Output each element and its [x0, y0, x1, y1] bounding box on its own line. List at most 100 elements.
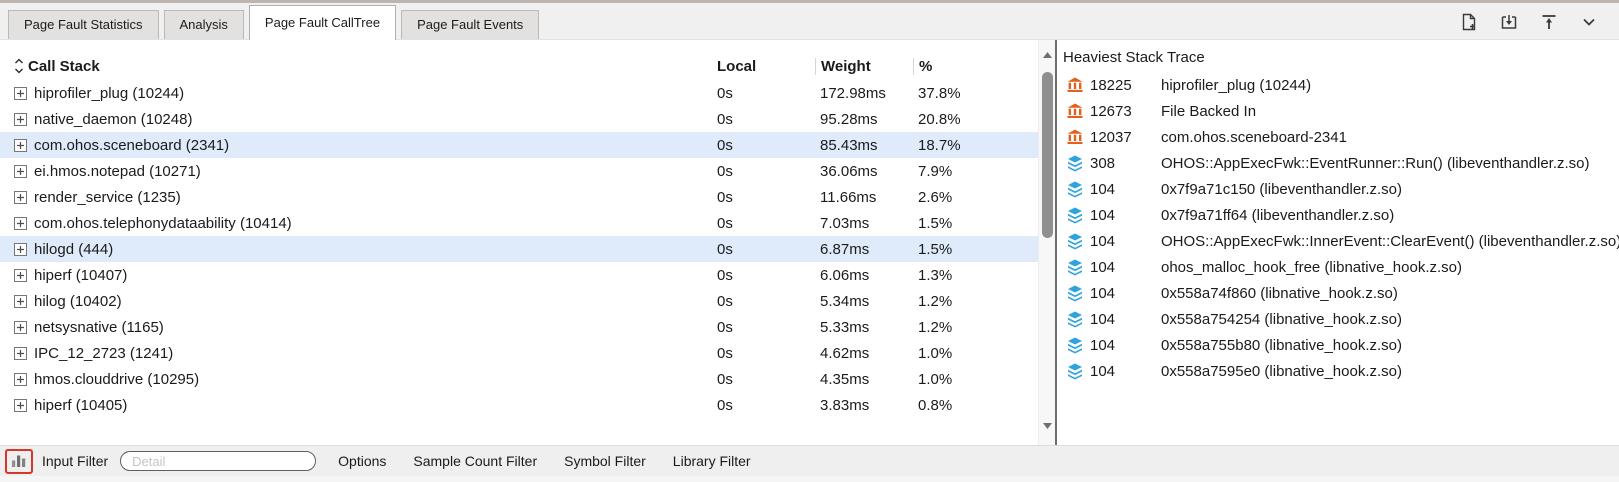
stack-trace-row[interactable]: 104 OHOS::AppExecFwk::InnerEvent::ClearE…: [1057, 228, 1619, 254]
table-row[interactable]: netsysnative (1165) 0s 5.33ms 1.2%: [0, 314, 1038, 340]
detail-filter-input[interactable]: [120, 451, 316, 471]
process-name: hmos.clouddrive (10295): [34, 371, 199, 388]
expand-icon[interactable]: [14, 139, 27, 152]
stack-trace-row[interactable]: 104 0x7f9a71c150 (libeventhandler.z.so): [1057, 176, 1619, 202]
stack-trace-row[interactable]: 18225 hiprofiler_plug (10244): [1057, 72, 1619, 98]
sample-count: 12037: [1083, 129, 1139, 146]
expand-icon[interactable]: [14, 217, 27, 230]
expand-icon[interactable]: [14, 321, 27, 334]
local-value: 0s: [715, 111, 815, 128]
library-layers-icon: [1057, 207, 1083, 224]
weight-value: 36.06ms: [815, 163, 913, 180]
collapse-panel-button[interactable]: [1577, 11, 1601, 35]
table-row[interactable]: IPC_12_2723 (1241) 0s 4.62ms 1.0%: [0, 340, 1038, 366]
export-file-button[interactable]: [1457, 11, 1481, 35]
table-body: hiprofiler_plug (10244) 0s 172.98ms 37.8…: [0, 80, 1038, 445]
header-call-stack[interactable]: Call Stack: [0, 58, 715, 75]
process-name: hilogd (444): [34, 241, 113, 258]
filter-option[interactable]: Symbol Filter: [564, 453, 646, 469]
process-bank-icon: [1057, 77, 1083, 93]
tab[interactable]: Page Fault Events: [401, 10, 539, 39]
bar-chart-icon[interactable]: [10, 451, 28, 472]
local-value: 0s: [715, 137, 815, 154]
table-row[interactable]: hmos.clouddrive (10295) 0s 4.35ms 1.0%: [0, 366, 1038, 392]
expand-icon[interactable]: [14, 165, 27, 178]
sample-count: 104: [1083, 181, 1139, 198]
scroll-up-arrow-icon[interactable]: [1042, 46, 1053, 64]
stack-trace-row[interactable]: 104 0x7f9a71ff64 (libeventhandler.z.so): [1057, 202, 1619, 228]
filter-option[interactable]: Options: [338, 453, 386, 469]
upload-to-top-button[interactable]: [1537, 11, 1561, 35]
weight-value: 4.62ms: [815, 345, 913, 362]
expand-icon[interactable]: [14, 347, 27, 360]
heaviest-stack-title: Heaviest Stack Trace: [1057, 46, 1619, 72]
library-layers-icon: [1057, 311, 1083, 328]
header-weight[interactable]: Weight: [815, 58, 913, 75]
percent-value: 1.5%: [913, 241, 1038, 258]
frame-name: com.ohos.sceneboard-2341: [1139, 129, 1347, 146]
expand-icon[interactable]: [14, 373, 27, 386]
table-row[interactable]: native_daemon (10248) 0s 95.28ms 20.8%: [0, 106, 1038, 132]
table-row[interactable]: ei.hmos.notepad (10271) 0s 36.06ms 7.9%: [0, 158, 1038, 184]
table-row[interactable]: hiperf (10405) 0s 3.83ms 0.8%: [0, 392, 1038, 418]
table-row[interactable]: hiperf (10407) 0s 6.06ms 1.3%: [0, 262, 1038, 288]
table-row[interactable]: hiprofiler_plug (10244) 0s 172.98ms 37.8…: [0, 80, 1038, 106]
chevron-down-icon: [1579, 12, 1599, 35]
callstack-table: Call Stack Local Weight %: [0, 40, 1038, 445]
table-row[interactable]: hilogd (444) 0s 6.87ms 1.5%: [0, 236, 1038, 262]
tab[interactable]: Page Fault Statistics: [8, 10, 159, 39]
local-value: 0s: [715, 397, 815, 414]
filter-options: Options Sample Count Filter Symbol Filte…: [338, 453, 750, 469]
library-layers-icon: [1057, 363, 1083, 380]
vertical-scrollbar[interactable]: [1038, 40, 1055, 445]
upload-to-top-icon: [1538, 11, 1560, 36]
sample-count: 104: [1083, 337, 1139, 354]
expand-icon[interactable]: [14, 243, 27, 256]
stack-trace-row[interactable]: 104 ohos_malloc_hook_free (libnative_hoo…: [1057, 254, 1619, 280]
expand-icon[interactable]: [14, 399, 27, 412]
expand-icon[interactable]: [14, 191, 27, 204]
percent-value: 1.0%: [913, 371, 1038, 388]
sample-count: 104: [1083, 285, 1139, 302]
filter-option[interactable]: Library Filter: [673, 453, 751, 469]
expand-icon[interactable]: [14, 87, 27, 100]
table-row[interactable]: render_service (1235) 0s 11.66ms 2.6%: [0, 184, 1038, 210]
percent-value: 0.8%: [913, 397, 1038, 414]
library-layers-icon: [1057, 233, 1083, 250]
profiler-window: Page Fault Statistics Analysis Page Faul…: [0, 0, 1619, 482]
stack-trace-row[interactable]: 104 0x558a754254 (libnative_hook.z.so): [1057, 306, 1619, 332]
stack-trace-row[interactable]: 104 0x558a74f860 (libnative_hook.z.so): [1057, 280, 1619, 306]
stack-trace-row[interactable]: 12037 com.ohos.sceneboard-2341: [1057, 124, 1619, 150]
tab[interactable]: Page Fault CallTree: [249, 5, 396, 40]
process-name: com.ohos.telephonydataability (10414): [34, 215, 292, 232]
table-row[interactable]: com.ohos.telephonydataability (10414) 0s…: [0, 210, 1038, 236]
table-row[interactable]: hilog (10402) 0s 5.34ms 1.2%: [0, 288, 1038, 314]
header-local[interactable]: Local: [715, 58, 815, 75]
scrollbar-thumb[interactable]: [1042, 72, 1053, 238]
stack-trace-row[interactable]: 12673 File Backed In: [1057, 98, 1619, 124]
percent-value: 1.2%: [913, 293, 1038, 310]
table-row[interactable]: com.ohos.sceneboard (2341) 0s 85.43ms 18…: [0, 132, 1038, 158]
expand-icon[interactable]: [14, 269, 27, 282]
frame-name: 0x558a7595e0 (libnative_hook.z.so): [1139, 363, 1402, 380]
stack-trace-row[interactable]: 104 0x558a7595e0 (libnative_hook.z.so): [1057, 358, 1619, 384]
expand-icon[interactable]: [14, 295, 27, 308]
library-layers-icon: [1057, 181, 1083, 198]
frame-name: 0x558a754254 (libnative_hook.z.so): [1139, 311, 1402, 328]
frame-name: ohos_malloc_hook_free (libnative_hook.z.…: [1139, 259, 1462, 276]
library-layers-icon: [1057, 285, 1083, 302]
sample-count: 104: [1083, 207, 1139, 224]
stack-trace-row[interactable]: 308 OHOS::AppExecFwk::EventRunner::Run()…: [1057, 150, 1619, 176]
stack-trace-row[interactable]: 104 0x558a755b80 (libnative_hook.z.so): [1057, 332, 1619, 358]
download-button[interactable]: [1497, 11, 1521, 35]
filter-option[interactable]: Sample Count Filter: [413, 453, 537, 469]
tab[interactable]: Analysis: [164, 10, 244, 39]
percent-value: 20.8%: [913, 111, 1038, 128]
weight-value: 172.98ms: [815, 85, 913, 102]
scroll-down-arrow-icon[interactable]: [1042, 417, 1053, 435]
expand-icon[interactable]: [14, 113, 27, 126]
frame-name: 0x558a74f860 (libnative_hook.z.so): [1139, 285, 1398, 302]
input-filter-label: Input Filter: [42, 453, 108, 469]
percent-value: 1.5%: [913, 215, 1038, 232]
header-percent[interactable]: %: [913, 58, 1038, 75]
